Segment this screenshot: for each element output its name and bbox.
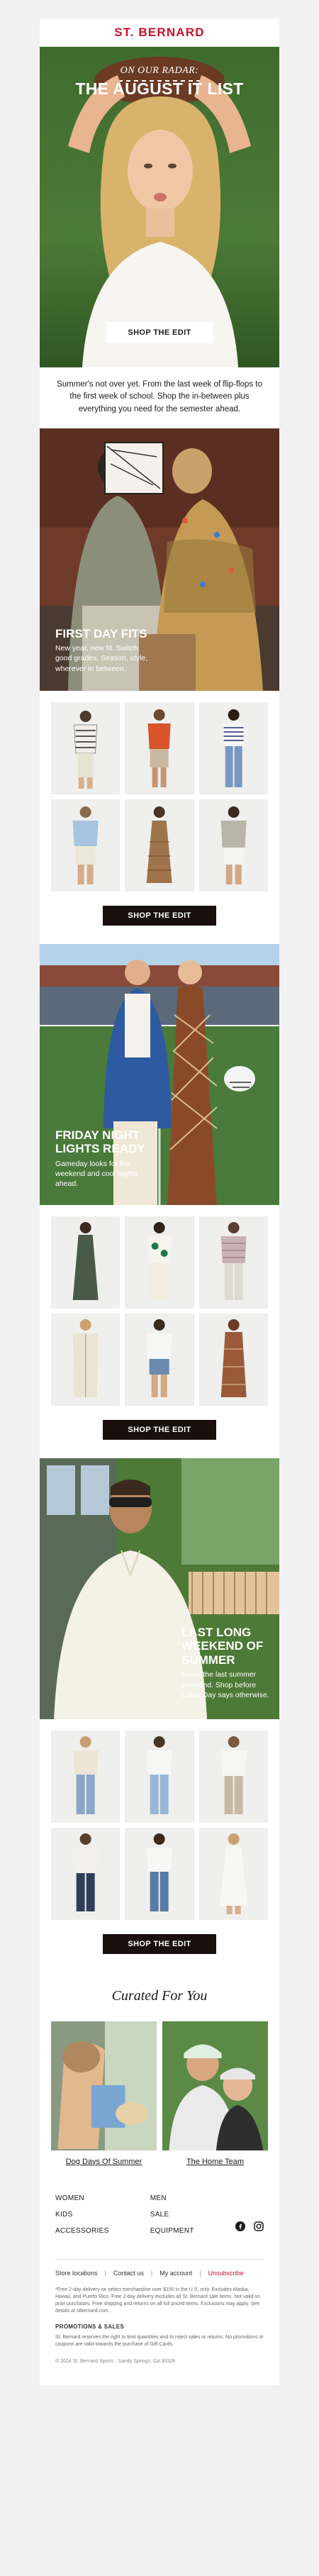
legal-disclaimer: *Free 2-day delivery on select merchandi…	[55, 2287, 261, 2314]
curated-image	[51, 2021, 157, 2150]
product-tile[interactable]	[198, 1730, 268, 1823]
unsubscribe-link[interactable]: Unsubscribe	[208, 2270, 244, 2277]
product-tile[interactable]	[198, 1313, 268, 1406]
footer-link-women[interactable]: WOMEN	[55, 2194, 109, 2202]
product-image	[125, 799, 194, 892]
intro-text: Summer's not over yet. From the last wee…	[57, 380, 262, 413]
curated-section: Curated For You Dog Days Of Summer The H…	[40, 1972, 279, 2166]
curated-home-team-image	[162, 2021, 268, 2150]
product-image	[199, 799, 268, 892]
feature-first-day-fits[interactable]: FIRST DAY FITS New year, new fit. Switch…	[40, 428, 279, 691]
feature-friday-night-subtitle: Gameday looks for the weekend and cool n…	[55, 1159, 138, 1189]
my-account-link[interactable]: My account	[160, 2270, 192, 2277]
footer-link-accessories[interactable]: ACCESSORIES	[55, 2227, 109, 2235]
curated-dog-days-image	[51, 2021, 157, 2150]
footer-nav-right: MEN SALE EQUIPMENT	[150, 2194, 194, 2235]
curated-image	[162, 2021, 268, 2150]
header: ST. BERNARD	[40, 18, 279, 47]
product-image	[51, 1313, 120, 1406]
brand-logo[interactable]: ST. BERNARD	[114, 26, 205, 40]
product-tile[interactable]	[125, 1313, 194, 1406]
product-image	[125, 1730, 194, 1823]
product-tile[interactable]	[51, 1313, 121, 1406]
feature-friday-night-text: FRIDAY NIGHT LIGHTS READY Gameday looks …	[55, 1128, 162, 1189]
hero-title: THE AUGUST IT LIST	[75, 79, 244, 98]
product-tile[interactable]	[198, 701, 268, 794]
footer-link-kids[interactable]: KIDS	[55, 2211, 109, 2219]
product-image	[125, 1827, 194, 1920]
footer: WOMEN KIDS ACCESSORIES MEN SALE EQUIPMEN…	[40, 2166, 279, 2385]
feature-first-day-text: FIRST DAY FITS New year, new fit. Switch…	[55, 627, 155, 674]
curated-label-dog-days[interactable]: Dog Days Of Summer	[51, 2158, 157, 2166]
product-tile[interactable]	[125, 1216, 194, 1309]
product-image	[125, 1313, 194, 1406]
product-tile[interactable]	[198, 1216, 268, 1309]
product-image	[199, 1313, 268, 1406]
product-grid-2: SHOP THE EDIT	[40, 1205, 279, 1440]
email-canvas: ST. BERNARD ON OUR RADAR: THE AUGUST IT …	[0, 0, 319, 2576]
promo-heading: PROMOTIONS & SALES	[55, 2324, 124, 2331]
product-tile[interactable]	[51, 799, 121, 892]
product-image	[51, 799, 120, 892]
curated-card-dog-days[interactable]: Dog Days Of Summer	[51, 2021, 157, 2166]
grid3-shop-button[interactable]: SHOP THE EDIT	[103, 1933, 216, 1954]
link-separator: |	[199, 2269, 201, 2277]
feature-last-weekend-text: LAST LONG WEEKEND OF SUMMER Savor the la…	[181, 1626, 272, 1700]
social-links	[235, 2194, 264, 2235]
product-tile[interactable]	[125, 1827, 194, 1920]
footer-nav: WOMEN KIDS ACCESSORIES MEN SALE EQUIPMEN…	[55, 2194, 264, 2235]
product-tile[interactable]	[125, 799, 194, 892]
product-tile[interactable]	[51, 1827, 121, 1920]
contact-us-link[interactable]: Contact us	[113, 2270, 144, 2277]
product-image	[199, 1216, 268, 1309]
product-tile[interactable]	[198, 799, 268, 892]
feature-last-weekend-subtitle: Savor the last summer weekend. Shop befo…	[181, 1670, 269, 1699]
product-image	[199, 701, 268, 794]
footer-utility-links: Store locations | Contact us | My accoun…	[55, 2258, 264, 2277]
link-separator: |	[104, 2269, 106, 2277]
email-body: ST. BERNARD ON OUR RADAR: THE AUGUST IT …	[40, 18, 279, 2385]
product-image	[51, 1216, 120, 1309]
product-tile[interactable]	[51, 701, 121, 794]
product-grid-3: SHOP THE EDIT	[40, 1719, 279, 1954]
instagram-icon[interactable]	[254, 2221, 264, 2235]
product-tile[interactable]	[125, 1730, 194, 1823]
product-image	[51, 701, 120, 794]
feature-last-weekend-title: LAST LONG WEEKEND OF SUMMER	[181, 1625, 264, 1667]
grid2-shop-button[interactable]: SHOP THE EDIT	[103, 1419, 216, 1440]
product-tile[interactable]	[125, 701, 194, 794]
curated-title: Curated For You	[111, 1987, 208, 2004]
facebook-icon[interactable]	[235, 2221, 245, 2235]
hero-kicker: ON OUR RADAR:	[120, 65, 199, 76]
store-locations-link[interactable]: Store locations	[55, 2270, 98, 2277]
feature-friday-night-lights[interactable]: FRIDAY NIGHT LIGHTS READY Gameday looks …	[40, 943, 279, 1205]
product-image	[125, 1216, 194, 1309]
hero-banner[interactable]: ON OUR RADAR: THE AUGUST IT LIST SHOP TH…	[40, 47, 279, 367]
promo-disclaimer: St. Bernard reserves the right to limit …	[55, 2335, 264, 2348]
product-image	[51, 1827, 120, 1920]
product-tile[interactable]	[198, 1827, 268, 1920]
feature-last-long-weekend[interactable]: LAST LONG WEEKEND OF SUMMER Savor the la…	[40, 1458, 279, 1719]
product-tile[interactable]	[51, 1216, 121, 1309]
feature-first-day-subtitle: New year, new fit. Switch good grades. S…	[55, 644, 148, 673]
hero-headline: ON OUR RADAR: THE AUGUST IT LIST	[40, 65, 279, 99]
hero-shop-button[interactable]: SHOP THE EDIT	[106, 322, 213, 343]
footer-link-men[interactable]: MEN	[150, 2194, 194, 2202]
product-image	[125, 701, 194, 794]
footer-nav-left: WOMEN KIDS ACCESSORIES	[55, 2194, 109, 2235]
product-image	[51, 1730, 120, 1823]
footer-link-equipment[interactable]: EQUIPMENT	[150, 2227, 194, 2235]
curated-card-home-team[interactable]: The Home Team	[162, 2021, 268, 2166]
grid1-shop-button[interactable]: SHOP THE EDIT	[103, 905, 216, 926]
link-separator: |	[150, 2269, 153, 2277]
product-tile[interactable]	[51, 1730, 121, 1823]
curated-label-home-team[interactable]: The Home Team	[162, 2158, 268, 2166]
product-image	[199, 1827, 268, 1920]
product-image	[199, 1730, 268, 1823]
feature-first-day-title: FIRST DAY FITS	[55, 626, 147, 640]
footer-link-sale[interactable]: SALE	[150, 2211, 194, 2219]
product-grid-1: SHOP THE EDIT	[40, 691, 279, 926]
company-address: © 2024 St. Bernard Sports · Sandy Spring…	[55, 2358, 175, 2364]
feature-friday-night-title: FRIDAY NIGHT LIGHTS READY	[55, 1128, 145, 1156]
